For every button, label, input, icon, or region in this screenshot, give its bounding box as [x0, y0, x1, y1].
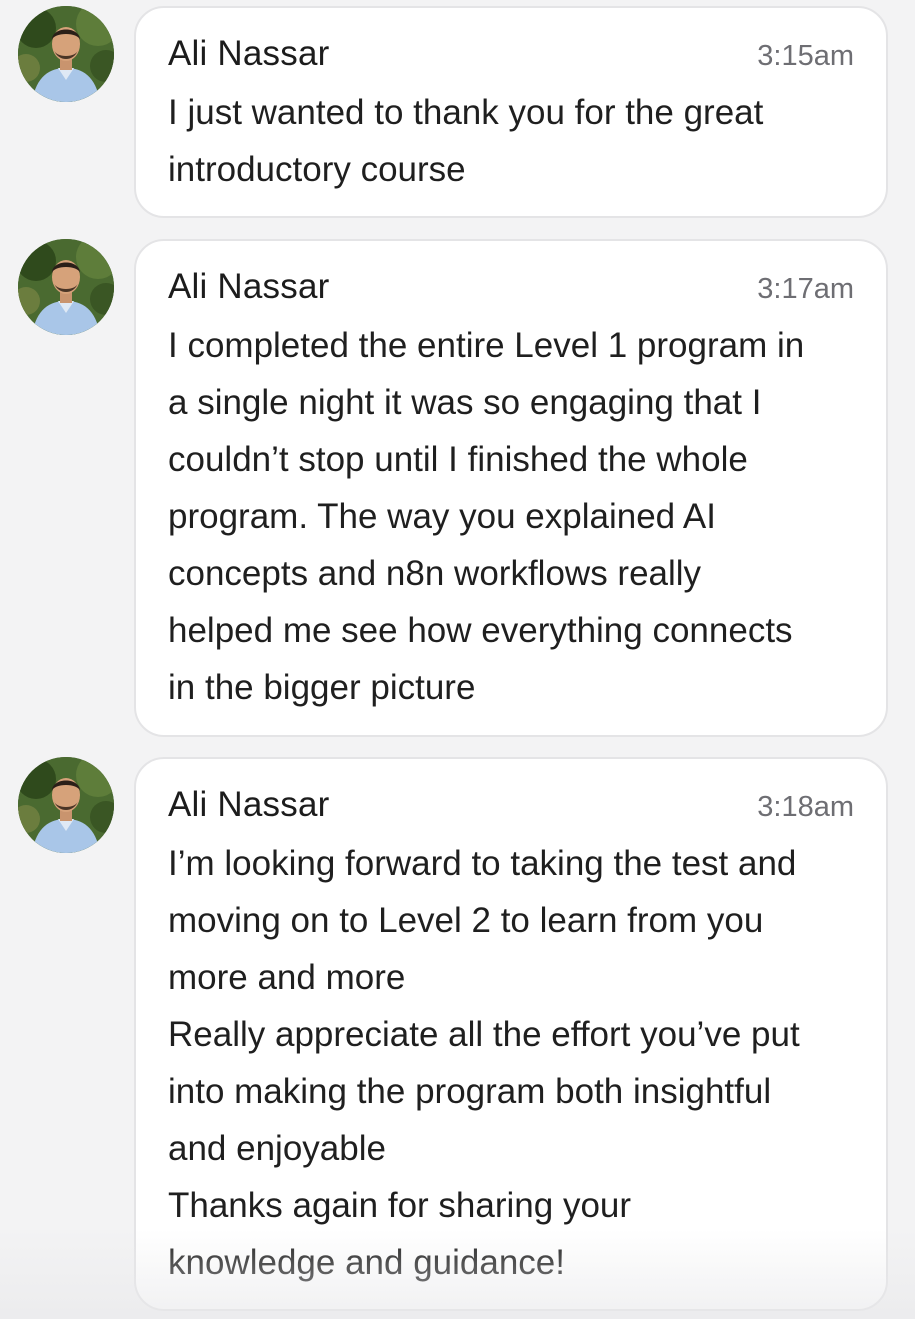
message-line: couldn’t stop until I finished the whole — [168, 440, 748, 479]
sender-name[interactable]: Ali Nassar — [168, 267, 329, 307]
message-bubble[interactable]: Ali Nassar 3:17am I completed the entire… — [134, 239, 888, 737]
message-line: I’m looking forward to taking the test a… — [168, 844, 797, 883]
message-line: program. The way you explained AI — [168, 497, 717, 536]
message-line: a single night it was so engaging that I — [168, 383, 762, 422]
message-line: I just wanted to thank you for the great — [168, 93, 764, 132]
message-line: in the bigger picture — [168, 668, 476, 707]
message-line: helped me see how everything connects — [168, 611, 793, 650]
message-line: Thanks again for sharing your — [168, 1186, 632, 1225]
message-text: I’m looking forward to taking the test a… — [168, 835, 854, 1291]
message-text: I just wanted to thank you for the great… — [168, 84, 854, 198]
message-line: moving on to Level 2 to learn from you — [168, 901, 764, 940]
message-bubble[interactable]: Ali Nassar 3:18am I’m looking forward to… — [134, 757, 888, 1311]
message-line: knowledge and guidance! — [168, 1243, 565, 1282]
avatar[interactable] — [18, 757, 114, 853]
message-timestamp: 3:15am — [757, 40, 854, 72]
avatar-photo-icon — [18, 6, 114, 102]
sender-name[interactable]: Ali Nassar — [168, 34, 329, 74]
message-line: concepts and n8n workflows really — [168, 554, 702, 593]
message-line: Really appreciate all the effort you’ve … — [168, 1015, 800, 1054]
avatar-photo-icon — [18, 239, 114, 335]
message-header: Ali Nassar 3:18am — [168, 785, 854, 829]
message-thread: Ali Nassar 3:15am I just wanted to thank… — [0, 0, 915, 1319]
message-line: more and more — [168, 958, 406, 997]
sender-name[interactable]: Ali Nassar — [168, 785, 329, 825]
message-header: Ali Nassar 3:15am — [168, 34, 854, 78]
message-header: Ali Nassar 3:17am — [168, 267, 854, 311]
message-line: into making the program both insightful — [168, 1072, 772, 1111]
message-timestamp: 3:18am — [757, 791, 854, 823]
message-text: I completed the entire Level 1 program i… — [168, 317, 854, 716]
avatar[interactable] — [18, 6, 114, 102]
message-line: and enjoyable — [168, 1129, 386, 1168]
avatar[interactable] — [18, 239, 114, 335]
avatar-photo-icon — [18, 757, 114, 853]
message-timestamp: 3:17am — [757, 273, 854, 305]
message-line: I completed the entire Level 1 program i… — [168, 326, 805, 365]
message-line: introductory course — [168, 150, 466, 189]
message-bubble[interactable]: Ali Nassar 3:15am I just wanted to thank… — [134, 6, 888, 218]
